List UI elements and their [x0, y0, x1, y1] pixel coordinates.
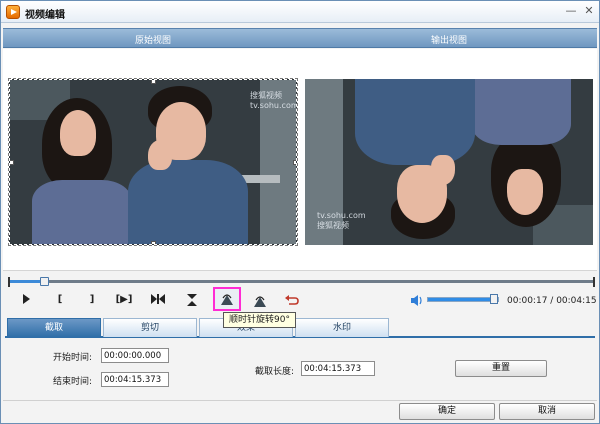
minimize-button[interactable]: — — [563, 4, 579, 19]
undo-icon — [285, 295, 299, 305]
rotate-clockwise-icon — [221, 294, 233, 305]
volume-level — [428, 298, 495, 301]
watermark-output: tv.sohu.com 搜狐视频 — [317, 211, 366, 230]
jump-to-ends-button[interactable] — [147, 291, 169, 309]
time-separator: / — [547, 296, 557, 306]
ok-button[interactable]: 确定 — [399, 403, 495, 420]
play-icon — [23, 294, 30, 304]
timeline-slider[interactable] — [8, 277, 595, 287]
flip-vertical-button[interactable] — [181, 291, 203, 309]
end-time-input[interactable] — [101, 372, 169, 387]
rotate-clockwise-button[interactable] — [213, 287, 241, 311]
trim-length-label: 截取长度: — [255, 367, 295, 377]
start-time-label: 开始时间: — [53, 353, 93, 363]
close-button[interactable]: ✕ — [581, 4, 597, 19]
output-view-label: 输出视图 — [431, 36, 468, 46]
cancel-button[interactable]: 取消 — [499, 403, 595, 420]
timeline-track[interactable] — [9, 280, 595, 283]
watermark-original: 搜狐视频 tv.sohu.com — [250, 91, 297, 110]
play-button[interactable] — [15, 291, 37, 309]
title-bar[interactable]: 视频编辑 — ✕ — [1, 1, 599, 23]
tab-watermark[interactable]: 水印 — [295, 318, 389, 337]
timeline-end-marker[interactable] — [593, 277, 595, 287]
volume-thumb[interactable] — [489, 294, 498, 304]
output-video-frame: tv.sohu.com 搜狐视频 — [305, 79, 593, 245]
crop-handle-left[interactable] — [10, 160, 14, 165]
original-view-label: 原始视图 — [135, 36, 172, 46]
volume-icon[interactable] — [411, 295, 423, 306]
crop-handle-bottom[interactable] — [151, 241, 156, 244]
crop-handle-top[interactable] — [151, 80, 156, 84]
video-edit-window: 视频编辑 — ✕ 原始视图 输出视图 搜狐视频 tv.sohu.com tv.s… — [0, 0, 600, 424]
trim-length-input[interactable] — [301, 361, 375, 376]
tab-trim[interactable]: 截取 — [7, 318, 101, 337]
end-time-label: 结束时间: — [53, 377, 93, 387]
timeline-start-marker[interactable] — [8, 277, 10, 287]
rotate-tooltip: 顺时针旋转90° — [223, 312, 296, 328]
original-video-frame[interactable]: 搜狐视频 tv.sohu.com — [8, 78, 298, 246]
time-readout: 00:00:17 / 00:04:15 — [507, 296, 597, 306]
crop-handle-right[interactable] — [293, 160, 296, 165]
total-time: 00:04:15 — [556, 296, 597, 306]
tab-cut[interactable]: 剪切 — [103, 318, 197, 337]
trim-panel: 开始时间: 结束时间: 截取长度: 重置 — [5, 339, 595, 399]
start-time-input[interactable] — [101, 348, 169, 363]
jump-ends-icon — [151, 294, 165, 304]
mark-out-button[interactable]: ] — [81, 291, 103, 309]
window-title: 视频编辑 — [25, 10, 65, 21]
video-preview-area: 搜狐视频 tv.sohu.com tv.sohu.com 搜狐视频 — [3, 49, 597, 271]
view-header: 原始视图 输出视图 — [3, 28, 597, 48]
reset-button[interactable]: 重置 — [455, 360, 547, 377]
undo-button[interactable] — [281, 291, 303, 309]
current-time: 00:00:17 — [507, 296, 548, 306]
flip-vertical-icon — [187, 294, 197, 306]
footer-separator — [3, 400, 597, 401]
rotate-counterclockwise-button[interactable] — [249, 291, 271, 309]
app-icon — [6, 5, 20, 19]
rotate-counterclockwise-icon — [254, 296, 266, 307]
play-selection-button[interactable]: [▶] — [113, 291, 135, 309]
volume-slider[interactable] — [427, 297, 499, 302]
mark-in-button[interactable]: [ — [49, 291, 71, 309]
timeline-thumb[interactable] — [40, 277, 50, 286]
timeline-progress — [9, 280, 45, 283]
tab-bar: 截取 剪切 效果 水印 — [5, 318, 595, 338]
